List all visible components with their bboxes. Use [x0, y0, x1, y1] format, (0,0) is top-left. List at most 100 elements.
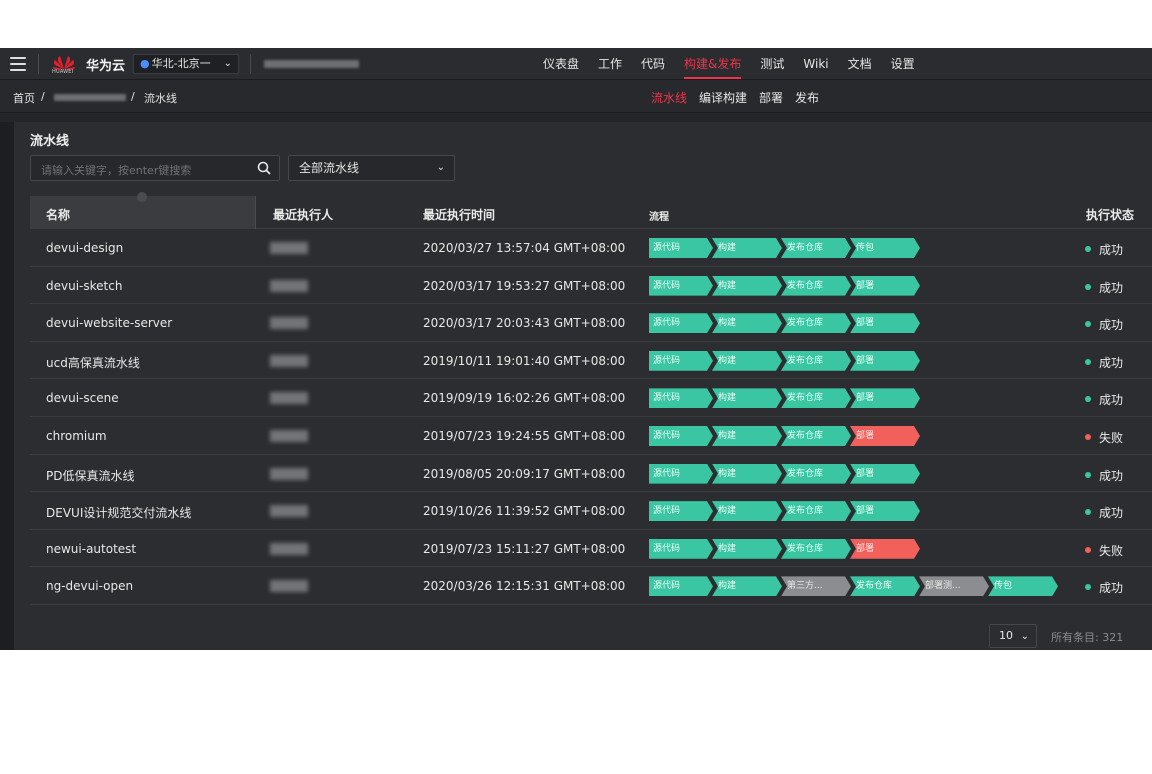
table-row[interactable]: devui-sketch 2020/03/17 19:53:27 GMT+08:0…: [30, 267, 1152, 305]
pipeline-stage[interactable]: 部署测...: [919, 576, 989, 596]
pipeline-stage[interactable]: 发布仓库: [781, 388, 851, 408]
status-badge: 失败: [1085, 542, 1123, 559]
table-row[interactable]: ucd高保真流水线 2019/10/11 19:01:40 GMT+08:00 源代…: [30, 342, 1152, 380]
pipeline-stage[interactable]: 传包: [850, 238, 920, 258]
breadcrumb-separator: /: [131, 90, 135, 103]
pipeline-stage[interactable]: 构建: [712, 539, 782, 559]
pipeline-name-link[interactable]: chromium: [46, 429, 107, 443]
pipeline-stage[interactable]: 发布仓库: [781, 501, 851, 521]
pipeline-stage[interactable]: 构建: [712, 501, 782, 521]
pipeline-stage[interactable]: 部署: [850, 351, 920, 371]
pipeline-stage[interactable]: 构建: [712, 276, 782, 296]
table-row[interactable]: ng-devui-open 2020/03/26 12:15:31 GMT+08:…: [30, 567, 1152, 605]
search-icon[interactable]: [257, 161, 271, 175]
status-badge: 成功: [1085, 579, 1123, 596]
nav-test[interactable]: 测试: [760, 48, 784, 80]
pipeline-stage[interactable]: 源代码: [649, 313, 713, 333]
tab-release[interactable]: 发布: [795, 89, 819, 106]
table-row[interactable]: devui-website-server 2020/03/17 20:03:43 …: [30, 304, 1152, 342]
pipeline-stage[interactable]: 源代码: [649, 464, 713, 484]
nav-work[interactable]: 工作: [598, 48, 622, 80]
pipeline-stage[interactable]: 源代码: [649, 501, 713, 521]
nav-wiki[interactable]: Wiki: [803, 48, 828, 80]
header-executor[interactable]: 最近执行人: [273, 206, 333, 223]
nav-build-release[interactable]: 构建&发布: [684, 48, 742, 80]
pipeline-stage[interactable]: 发布仓库: [850, 576, 920, 596]
pipeline-stage[interactable]: 源代码: [649, 576, 713, 596]
status-dot-icon: [1085, 283, 1091, 290]
table-row[interactable]: newui-autotest 2019/07/23 15:11:27 GMT+08…: [30, 530, 1152, 568]
pipeline-name-link[interactable]: PD低保真流水线: [46, 467, 134, 484]
pipeline-name-link[interactable]: devui-design: [46, 241, 123, 255]
breadcrumb-project-redacted[interactable]: [54, 94, 126, 101]
nav-docs[interactable]: 文档: [848, 48, 872, 80]
last-run-time: 2019/07/23 15:11:27 GMT+08:00: [423, 541, 626, 556]
nav-settings[interactable]: 设置: [891, 48, 915, 80]
pipeline-stage[interactable]: 发布仓库: [781, 539, 851, 559]
table-row[interactable]: chromium 2019/07/23 19:24:55 GMT+08:00 源代码…: [30, 417, 1152, 455]
pipeline-stage[interactable]: 发布仓库: [781, 313, 851, 333]
pipeline-stage[interactable]: 发布仓库: [781, 426, 851, 446]
table-row[interactable]: DEVUI设计规范交付流水线 2019/10/26 11:39:52 GMT+08…: [30, 492, 1152, 530]
pipeline-stage[interactable]: 源代码: [649, 539, 713, 559]
pipeline-stage[interactable]: 构建: [712, 351, 782, 371]
pipeline-stage[interactable]: 源代码: [649, 426, 713, 446]
hamburger-menu-icon[interactable]: [10, 57, 26, 71]
table-row[interactable]: devui-scene 2019/09/19 16:02:26 GMT+08:00…: [30, 379, 1152, 417]
pipeline-stage[interactable]: 源代码: [649, 276, 713, 296]
region-select[interactable]: ● 华北-北京一 ⌄: [133, 54, 239, 74]
pipeline-name-link[interactable]: newui-autotest: [46, 542, 136, 556]
last-run-time: 2019/10/11 19:01:40 GMT+08:00: [423, 353, 626, 368]
tab-deploy[interactable]: 部署: [759, 89, 783, 106]
pipeline-stage[interactable]: 构建: [712, 464, 782, 484]
table-row[interactable]: PD低保真流水线 2019/08/05 20:09:17 GMT+08:00 源代码…: [30, 455, 1152, 493]
pipeline-stage[interactable]: 源代码: [649, 388, 713, 408]
pipeline-stage[interactable]: 发布仓库: [781, 276, 851, 296]
pipeline-name-link[interactable]: ucd高保真流水线: [46, 354, 140, 371]
pipeline-stage[interactable]: 部署: [850, 313, 920, 333]
status-badge: 成功: [1085, 316, 1123, 333]
logo-text: HUAWEI: [52, 69, 74, 75]
pipeline-stage[interactable]: 构建: [712, 313, 782, 333]
pipeline-stage[interactable]: 部署: [850, 501, 920, 521]
pipeline-stage[interactable]: 发布仓库: [781, 351, 851, 371]
pipeline-stage[interactable]: 部署: [850, 276, 920, 296]
pipeline-filter-select[interactable]: 全部流水线 ⌄: [288, 155, 455, 181]
status-label: 成功: [1099, 581, 1124, 596]
pipeline-stage[interactable]: 部署: [850, 388, 920, 408]
status-label: 成功: [1099, 243, 1124, 257]
tab-build[interactable]: 编译构建: [699, 89, 747, 106]
pipeline-stage[interactable]: 构建: [712, 426, 782, 446]
pipeline-name-link[interactable]: ng-devui-open: [46, 579, 133, 593]
pipeline-name-link[interactable]: devui-website-server: [46, 316, 172, 330]
pipeline-stage[interactable]: 构建: [712, 388, 782, 408]
pipeline-flow: 源代码 构建 发布仓库 部署: [649, 539, 920, 559]
breadcrumb-home[interactable]: 首页: [13, 90, 35, 106]
project-name-redacted[interactable]: [264, 60, 359, 68]
nav-code[interactable]: 代码: [641, 48, 665, 80]
pipeline-stage[interactable]: 发布仓库: [781, 464, 851, 484]
pipeline-stage[interactable]: 源代码: [649, 351, 713, 371]
pipeline-name-link[interactable]: devui-sketch: [46, 279, 122, 293]
pipeline-stage[interactable]: 构建: [712, 238, 782, 258]
pipeline-stage[interactable]: 源代码: [649, 238, 713, 258]
pipeline-stage[interactable]: 发布仓库: [781, 238, 851, 258]
pipeline-stage[interactable]: 部署: [850, 539, 920, 559]
header-time[interactable]: 最近执行时间: [423, 206, 495, 223]
header-status[interactable]: 执行状态: [1086, 206, 1134, 223]
pipeline-stage[interactable]: 部署: [850, 426, 920, 446]
nav-dashboard[interactable]: 仪表盘: [543, 48, 579, 80]
pipeline-stage[interactable]: 传包: [988, 576, 1058, 596]
table-row[interactable]: devui-design 2020/03/27 13:57:04 GMT+08:0…: [30, 229, 1152, 267]
pipeline-name-link[interactable]: DEVUI设计规范交付流水线: [46, 504, 191, 521]
pipeline-name-link[interactable]: devui-scene: [46, 391, 119, 405]
pipeline-stage[interactable]: 部署: [850, 464, 920, 484]
column-resize-handle[interactable]: [137, 192, 147, 202]
search-input[interactable]: 请输入关键字，按enter键搜索: [30, 155, 280, 181]
tab-pipeline[interactable]: 流水线: [651, 89, 687, 106]
page-size-select[interactable]: 10 ⌄: [989, 624, 1037, 648]
pipeline-stage[interactable]: 构建: [712, 576, 782, 596]
pipeline-flow: 源代码 构建 发布仓库 部署: [649, 388, 920, 408]
pipeline-stage[interactable]: 第三方...: [781, 576, 851, 596]
status-badge: 成功: [1085, 241, 1123, 258]
